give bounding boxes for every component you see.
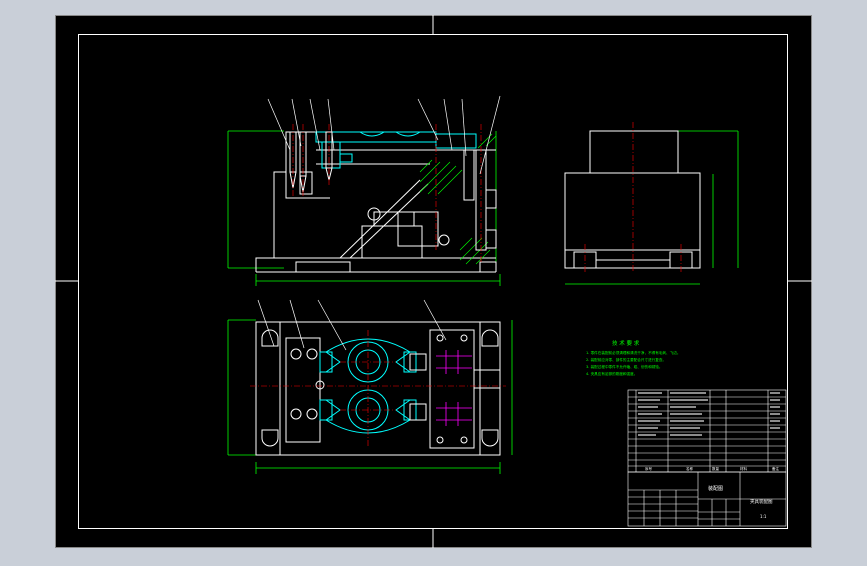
col-material-label: 材料 (740, 466, 748, 471)
cad-viewer: 技 术 要 求 1. 零件在装配前必须清理和清洗干净，不得有毛刺、飞边。 2. … (0, 0, 867, 562)
tech-req-note: 4. 夹具应有足够的刚度和强度。 (586, 371, 637, 376)
drawing-title: 装配图 (708, 485, 723, 492)
tech-req-note: 2. 装配前应对零、部件的主要配合尺寸进行复查。 (586, 357, 666, 362)
tech-req-title: 技 术 要 求 (612, 339, 640, 347)
part-name: 夹具装配图 (750, 498, 773, 505)
col-name-label: 名称 (686, 466, 694, 471)
col-qty-label: 数量 (712, 466, 720, 471)
col-seq-label: 序号 (645, 466, 653, 471)
tech-req-note: 3. 装配过程中零件不允许磕、碰、划伤和锈蚀。 (586, 364, 662, 369)
col-note-label: 备注 (772, 466, 780, 471)
drawing-scale: 1:1 (760, 514, 767, 519)
tech-req-note: 1. 零件在装配前必须清理和清洗干净，不得有毛刺、飞边。 (586, 350, 680, 355)
assembly-drawing: 技 术 要 求 1. 零件在装配前必须清理和清洗干净，不得有毛刺、飞边。 2. … (55, 15, 812, 548)
